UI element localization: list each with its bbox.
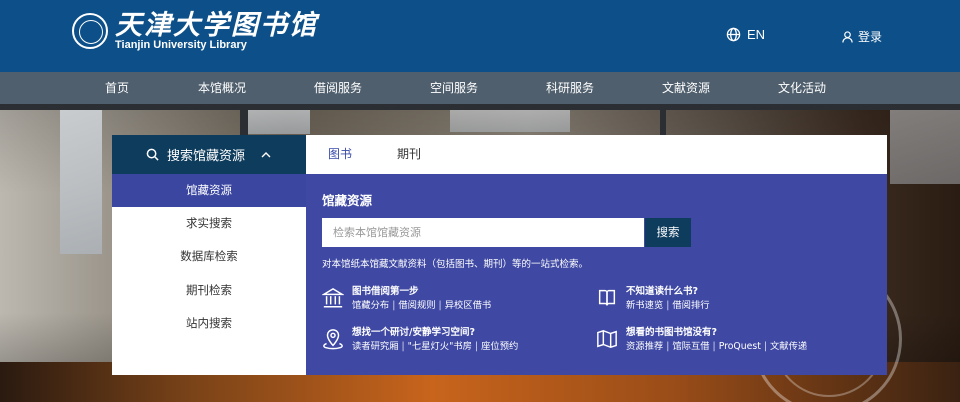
search-main-area: 馆藏资源 检索本馆馆藏资源 搜索 对本馆纸本馆藏文献资料（包括图书、期刊）等的一… bbox=[306, 174, 887, 375]
link-proquest[interactable]: ProQuest bbox=[719, 341, 761, 352]
search-input[interactable]: 检索本馆馆藏资源 bbox=[322, 218, 644, 247]
tab-journals[interactable]: 期刊 bbox=[397, 135, 421, 174]
open-book-icon bbox=[597, 329, 617, 349]
logo-chinese-name: 天津大学图书馆 bbox=[115, 10, 318, 41]
link-resource-recommend[interactable]: 资源推荐 bbox=[626, 341, 663, 352]
nav-item-about[interactable]: 本馆概况 bbox=[198, 72, 246, 104]
search-type-sidebar: 馆藏资源 求实搜索 数据库检索 期刊检索 站内搜索 bbox=[112, 174, 306, 375]
feature-title: 想找一个研讨/安静学习空间? bbox=[352, 327, 475, 338]
feature-missing-book: 想看的书图书馆没有? 资源推荐 | 馆际互借 | ProQuest | 文献传递 bbox=[596, 326, 807, 354]
feature-study-space: 想找一个研讨/安静学习空间? 读者研究厢 | "七星灯火"书房 | 座位预约 bbox=[322, 326, 518, 354]
nav-item-resources[interactable]: 文献资源 bbox=[662, 72, 710, 104]
link-borrow-ranking[interactable]: 借阅排行 bbox=[672, 300, 709, 311]
login-button[interactable]: 登录 bbox=[842, 28, 882, 45]
link-borrowing-rules[interactable]: 借阅规则 bbox=[398, 300, 435, 311]
nav-item-borrowing[interactable]: 借阅服务 bbox=[314, 72, 362, 104]
link-collection-distribution[interactable]: 馆藏分布 bbox=[352, 300, 389, 311]
site-header: 天津大学图书馆 Tianjin University Library EN 登录 bbox=[0, 0, 960, 72]
search-collection-toggle[interactable]: 搜索馆藏资源 bbox=[112, 135, 306, 174]
login-label: 登录 bbox=[858, 30, 883, 44]
feature-title: 图书借阅第一步 bbox=[352, 286, 419, 297]
location-pin-icon bbox=[323, 329, 343, 350]
link-new-books[interactable]: 新书速览 bbox=[626, 300, 663, 311]
search-description: 对本馆纸本馆藏文献资料（包括图书、期刊）等的一站式检索。 bbox=[322, 259, 589, 270]
sidebar-item-journal-search[interactable]: 期刊检索 bbox=[112, 274, 306, 307]
main-nav: 首页 本馆概况 借阅服务 空间服务 科研服务 文献资源 文化活动 bbox=[0, 72, 960, 104]
link-document-delivery[interactable]: 文献传递 bbox=[770, 341, 807, 352]
link-qixing-study-room[interactable]: "七星灯火"书房 bbox=[408, 341, 472, 352]
nav-item-research[interactable]: 科研服务 bbox=[546, 72, 594, 104]
link-seat-reservation[interactable]: 座位预约 bbox=[481, 341, 518, 352]
book-question-icon bbox=[598, 289, 616, 306]
nav-item-space[interactable]: 空间服务 bbox=[430, 72, 478, 104]
university-seal-icon bbox=[72, 13, 108, 49]
feature-title: 不知道读什么书? bbox=[626, 286, 699, 297]
user-icon bbox=[842, 30, 853, 43]
search-tabs: 图书 期刊 bbox=[306, 135, 887, 174]
nav-item-culture[interactable]: 文化活动 bbox=[778, 72, 826, 104]
nav-item-home[interactable]: 首页 bbox=[105, 72, 129, 104]
chevron-up-icon bbox=[261, 152, 271, 158]
sidebar-item-collection[interactable]: 馆藏资源 bbox=[112, 174, 306, 207]
section-title: 馆藏资源 bbox=[322, 193, 373, 208]
search-collection-label: 搜索馆藏资源 bbox=[167, 149, 246, 164]
feature-title: 想看的书图书馆没有? bbox=[626, 327, 718, 338]
search-panel: 搜索馆藏资源 图书 期刊 馆藏资源 求实搜索 数据库检索 期刊检索 站内搜索 馆… bbox=[112, 135, 887, 375]
library-logo[interactable]: 天津大学图书馆 Tianjin University Library bbox=[72, 11, 318, 51]
link-cross-campus-borrow[interactable]: 异校区借书 bbox=[445, 300, 492, 311]
globe-icon bbox=[726, 27, 741, 42]
language-label: EN bbox=[747, 27, 766, 42]
library-building-icon bbox=[322, 287, 344, 308]
link-research-room[interactable]: 读者研究厢 bbox=[352, 341, 399, 352]
feature-what-to-read: 不知道读什么书? 新书速览 | 借阅排行 bbox=[596, 285, 710, 313]
feature-borrow-first-step: 图书借阅第一步 馆藏分布 | 借阅规则 | 异校区借书 bbox=[322, 285, 491, 313]
language-switch[interactable]: EN bbox=[726, 27, 765, 42]
sidebar-item-qiushi-search[interactable]: 求实搜索 bbox=[112, 207, 306, 240]
search-icon bbox=[146, 148, 159, 161]
search-button[interactable]: 搜索 bbox=[645, 218, 691, 247]
tab-books[interactable]: 图书 bbox=[328, 135, 352, 174]
link-interlibrary-loan[interactable]: 馆际互借 bbox=[672, 341, 709, 352]
sidebar-item-database-search[interactable]: 数据库检索 bbox=[112, 240, 306, 273]
sidebar-item-site-search[interactable]: 站内搜索 bbox=[112, 307, 306, 340]
